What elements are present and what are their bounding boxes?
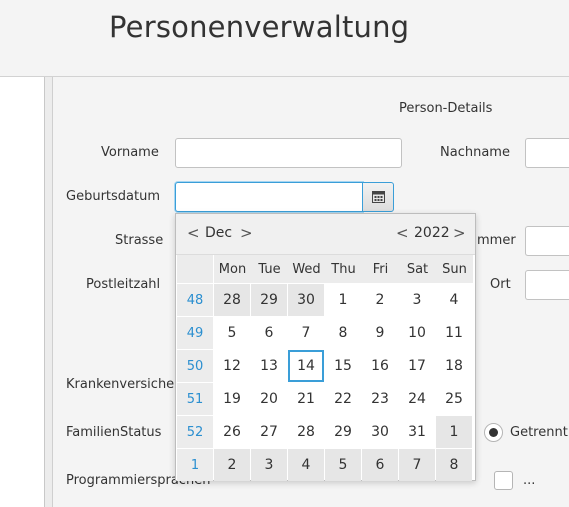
year-label: 2022	[414, 225, 450, 241]
nachname-label: Nachname	[440, 145, 510, 160]
ort-label: Ort	[490, 277, 511, 292]
week-number: 51	[177, 383, 213, 415]
weekday-header: Sun	[436, 255, 473, 283]
postleitzahl-label: Postleitzahl	[86, 277, 161, 292]
section-title: Person-Details	[399, 101, 493, 116]
prev-month-button[interactable]: <	[187, 224, 200, 242]
calendar-day[interactable]: 3	[251, 449, 287, 481]
calendar-day[interactable]: 28	[214, 284, 250, 316]
week-number: 52	[177, 416, 213, 448]
weekday-header: Tue	[251, 255, 288, 283]
calendar-day[interactable]: 30	[288, 284, 324, 316]
weekday-header: Sat	[399, 255, 436, 283]
geburtsdatum-field[interactable]	[175, 182, 363, 212]
calendar-day[interactable]: 29	[251, 284, 287, 316]
ort-field[interactable]	[525, 270, 569, 300]
familienstatus-radio-getrennt[interactable]	[484, 423, 503, 442]
date-picker-button[interactable]	[362, 182, 394, 212]
calendar-day[interactable]: 17	[399, 350, 435, 382]
month-label: Dec	[205, 225, 233, 241]
calendar-header: < Dec > < 2022 >	[176, 214, 475, 255]
date-picker-popup: < Dec > < 2022 > Mon Tue Wed Thu Fri Sat Sun 48…	[175, 213, 476, 481]
calendar-day[interactable]: 4	[288, 449, 324, 481]
calendar-day[interactable]: 27	[251, 416, 287, 448]
calendar-day[interactable]: 1	[325, 284, 361, 316]
strasse-label: Strasse	[115, 233, 164, 248]
week-number: 50	[177, 350, 213, 382]
app-header: Personenverwaltung	[0, 0, 569, 77]
app-title: Personenverwaltung	[109, 10, 410, 44]
language-more-label: ...	[523, 473, 536, 488]
calendar-day[interactable]: 20	[251, 383, 287, 415]
calendar-day[interactable]: 26	[214, 416, 250, 448]
calendar-day[interactable]: 18	[436, 350, 472, 382]
calendar-day[interactable]: 8	[325, 317, 361, 349]
calendar-day[interactable]: 5	[214, 317, 250, 349]
week-number: 49	[177, 317, 213, 349]
calendar-day[interactable]: 30	[362, 416, 398, 448]
calendar-day[interactable]: 4	[436, 284, 472, 316]
nachname-field[interactable]	[525, 138, 569, 168]
krankenversicherung-label: Krankenversicher	[66, 377, 180, 392]
calendar-day[interactable]: 6	[251, 317, 287, 349]
calendar-day[interactable]: 9	[362, 317, 398, 349]
vorname-field[interactable]	[175, 138, 402, 168]
person-list-pane[interactable]	[0, 77, 45, 507]
calendar-day[interactable]: 3	[399, 284, 435, 316]
calendar-day[interactable]: 2	[362, 284, 398, 316]
language-checkbox-more[interactable]	[494, 471, 513, 490]
calendar-day[interactable]: 21	[288, 383, 324, 415]
weekday-header: Mon	[214, 255, 251, 283]
calendar-icon	[371, 191, 385, 203]
calendar-day[interactable]: 29	[325, 416, 361, 448]
week-header-corner	[177, 255, 213, 283]
calendar-day[interactable]: 6	[362, 449, 398, 481]
calendar-day[interactable]: 19	[214, 383, 250, 415]
calendar-day[interactable]: 25	[436, 383, 472, 415]
calendar-day[interactable]: 24	[399, 383, 435, 415]
weekday-header: Thu	[325, 255, 362, 283]
week-number: 1	[177, 449, 213, 481]
weekday-header: Fri	[362, 255, 399, 283]
hausnummer-field[interactable]	[525, 226, 569, 256]
calendar-day[interactable]: 10	[399, 317, 435, 349]
calendar-day[interactable]: 5	[325, 449, 361, 481]
calendar-day[interactable]: 15	[325, 350, 361, 382]
hausnummer-label: mmer	[477, 233, 516, 248]
calendar-day[interactable]: 1	[436, 416, 472, 448]
calendar-day[interactable]: 13	[251, 350, 287, 382]
geburtsdatum-label: Geburtsdatum	[66, 189, 160, 204]
familienstatus-label: FamilienStatus	[66, 425, 162, 440]
calendar-day[interactable]: 2	[214, 449, 250, 481]
calendar-day[interactable]: 23	[362, 383, 398, 415]
calendar-day[interactable]: 22	[325, 383, 361, 415]
calendar-day[interactable]: 7	[399, 449, 435, 481]
calendar-day[interactable]: 11	[436, 317, 472, 349]
week-number: 48	[177, 284, 213, 316]
calendar-day[interactable]: 12	[214, 350, 250, 382]
calendar-day-today[interactable]: 14	[288, 350, 324, 382]
calendar-day[interactable]: 7	[288, 317, 324, 349]
calendar-day[interactable]: 28	[288, 416, 324, 448]
vorname-label: Vorname	[101, 145, 159, 160]
weekday-header: Wed	[288, 255, 325, 283]
familienstatus-option-label: Getrennt	[510, 425, 568, 440]
split-pane-divider[interactable]	[45, 77, 53, 507]
next-year-button[interactable]: >	[453, 224, 466, 242]
prev-year-button[interactable]: <	[396, 224, 409, 242]
calendar-day[interactable]: 16	[362, 350, 398, 382]
calendar-day[interactable]: 8	[436, 449, 472, 481]
next-month-button[interactable]: >	[240, 224, 253, 242]
calendar-day[interactable]: 31	[399, 416, 435, 448]
